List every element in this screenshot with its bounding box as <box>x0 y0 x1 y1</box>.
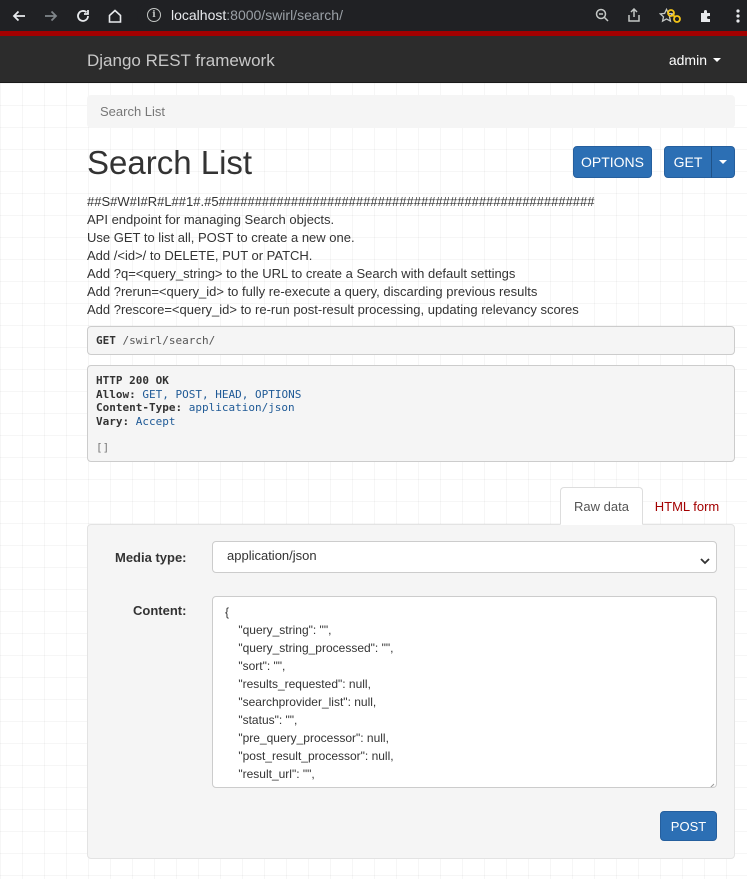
info-icon[interactable]: i <box>147 8 161 22</box>
caret-down-icon <box>719 160 727 164</box>
url-path: :8000/swirl/search/ <box>226 7 343 23</box>
content-label: Content: <box>133 603 187 618</box>
content-line: "status": "", <box>225 713 298 727</box>
back-arrow-icon[interactable] <box>4 0 34 31</box>
browser-toolbar: i localhost:8000/swirl/search/ <box>0 0 747 31</box>
get-format-dropdown-button[interactable] <box>711 146 735 178</box>
extension-key-icon[interactable] <box>658 8 690 24</box>
zoom-icon[interactable] <box>586 8 618 22</box>
post-button[interactable]: POST <box>660 811 717 841</box>
description-line: Add ?rerun=<query_id> to fully re-execut… <box>87 284 538 299</box>
tab-html-form[interactable]: HTML form <box>645 487 729 525</box>
kebab-menu-icon[interactable] <box>722 8 747 24</box>
description-line: Add /<id>/ to DELETE, PUT or PATCH. <box>87 248 313 263</box>
description-line: ##S#W#I#R#L##1#.#5######################… <box>87 194 595 209</box>
breadcrumb: Search List <box>87 95 735 128</box>
reload-icon[interactable] <box>68 0 98 31</box>
caret-down-icon <box>713 58 721 62</box>
content-line: "sort": "", <box>225 659 286 673</box>
content-line: "results_requested": null, <box>225 677 371 691</box>
url-host: localhost <box>171 7 227 23</box>
content-textarea[interactable]: { "query_string": "", "query_string_proc… <box>212 596 717 788</box>
content-line: "query_string_processed": "", <box>225 641 394 655</box>
header-value: GET, POST, HEAD, OPTIONS <box>142 387 302 401</box>
content-line: "query_string": "", <box>225 623 332 637</box>
navbar: Django REST framework admin <box>0 36 747 83</box>
description-line: Use GET to list all, POST to create a ne… <box>87 230 355 245</box>
forward-arrow-icon[interactable] <box>36 0 66 31</box>
content-line: "result_url": "", <box>225 767 315 781</box>
header-value: Accept <box>135 414 176 428</box>
header-value: application/json <box>188 401 295 414</box>
tab-raw-data[interactable]: Raw data <box>560 487 643 525</box>
content-line: "searchprovider_list": null, <box>225 695 377 709</box>
response-info: HTTP 200 OK Allow: GET, POST, HEAD, OPTI… <box>87 365 735 462</box>
options-button[interactable]: OPTIONS <box>573 146 652 178</box>
address-bar[interactable]: i localhost:8000/swirl/search/ <box>137 2 682 28</box>
resize-handle-icon[interactable] <box>707 778 715 787</box>
puzzle-icon[interactable] <box>690 8 722 24</box>
header-name: Vary: <box>96 414 130 428</box>
response-status: HTTP 200 OK <box>96 374 169 387</box>
home-icon[interactable] <box>100 0 130 31</box>
media-type-label: Media type: <box>115 550 187 565</box>
content-line: { <box>225 605 230 619</box>
brand-link[interactable]: Django REST framework <box>87 51 275 71</box>
request-path: /swirl/search/ <box>122 334 216 347</box>
media-type-value: application/json <box>227 548 317 563</box>
request-method: GET <box>96 334 116 347</box>
description-line: API endpoint for managing Search objects… <box>87 212 335 227</box>
description-line: Add ?q=<query_string> to the URL to crea… <box>87 266 516 281</box>
header-name: Allow: <box>96 387 136 401</box>
page-title: Search List <box>87 144 253 181</box>
user-menu[interactable]: admin <box>669 52 721 68</box>
get-button[interactable]: GET <box>664 146 712 178</box>
request-info: GET /swirl/search/ <box>87 326 735 355</box>
chevron-down-icon <box>700 553 710 568</box>
user-name: admin <box>668 52 707 68</box>
header-name: Content-Type: <box>96 401 183 414</box>
content-line: "pre_query_processor": null, <box>225 731 389 745</box>
description-line: Add ?rescore=<query_id> to re-run post-r… <box>87 302 579 317</box>
endpoint-description: ##S#W#I#R#L##1#.#5######################… <box>87 193 595 319</box>
response-body: [] <box>96 441 110 454</box>
breadcrumb-item[interactable]: Search List <box>100 104 165 119</box>
media-type-select[interactable]: application/json <box>212 541 717 573</box>
share-icon[interactable] <box>618 8 650 22</box>
content-line: "post_result_processor": null, <box>225 749 394 763</box>
